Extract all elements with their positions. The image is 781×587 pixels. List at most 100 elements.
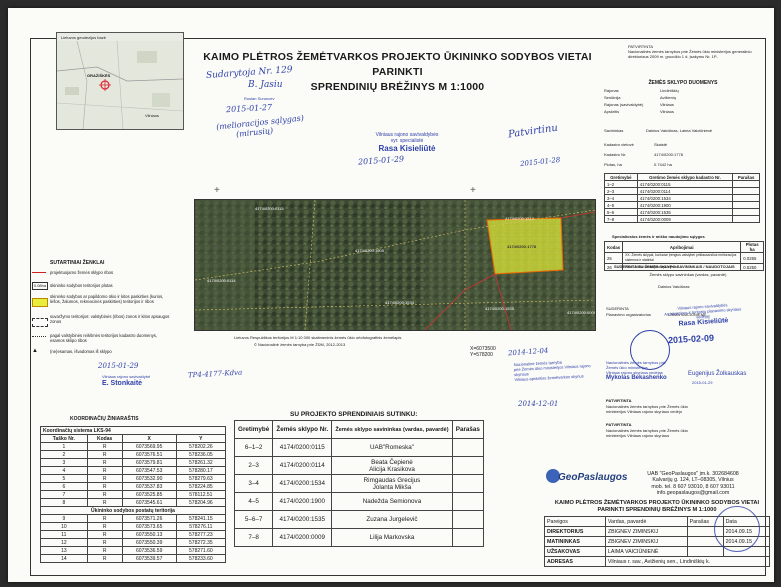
signature-cell xyxy=(451,474,485,493)
cell: 578241.15 xyxy=(175,514,227,523)
cell xyxy=(732,208,760,216)
cell: R xyxy=(86,498,123,507)
table-row: 4–5 4174/0200:1900 Nadežda Semionova xyxy=(233,492,485,511)
cell: 4174/0200:1900 xyxy=(272,492,333,511)
cell: 4174/0200:0115 xyxy=(272,438,333,457)
approved-text-2: Nacionalinės žemės tarnybos prie Žemės ū… xyxy=(606,428,688,438)
cell: 4174/0200:0009 xyxy=(272,528,333,547)
photo-label-8: 4174/0200:0009 xyxy=(567,310,596,315)
parcel-row-value: Vilniaus xyxy=(660,109,674,114)
cell: R xyxy=(86,546,123,555)
plotas-label: Plotas, ha xyxy=(604,162,622,167)
special-conditions-title: Specialiosios žemės ir miško naudojimo s… xyxy=(612,234,705,239)
cell: R xyxy=(86,458,123,467)
cell: 6 xyxy=(40,482,88,491)
signature-cell xyxy=(451,456,485,475)
cell: 578204.96 xyxy=(175,498,227,507)
cell: R xyxy=(86,538,123,547)
cell: 4174/0200:0115 xyxy=(636,180,734,188)
cell: 2–3 xyxy=(233,456,274,475)
legend-item-4: suvaržymo teritorijos: valstybinės (ribo… xyxy=(50,314,170,324)
cell: 25 xyxy=(603,252,624,264)
approval-note: PATVIRTINTA Nacionalinės žemės tarnybos … xyxy=(628,44,764,59)
photo-label-1: 4174/0200:1512 xyxy=(505,216,534,221)
cell: Vilniaus r. sav., Avižienių sen., Lindin… xyxy=(604,556,771,567)
cell: R xyxy=(86,442,123,451)
right-stamp-4-name: Eugenijus Žolkauskas xyxy=(688,371,747,377)
cell: 5–6–7 xyxy=(233,510,274,529)
cell: R xyxy=(86,530,123,539)
cell: R xyxy=(86,450,123,459)
cell: 6073550.39 xyxy=(121,538,177,547)
parties-title: SUDERINTA SU ŽEMĖS SKLYPO SAVININKAIS / … xyxy=(614,264,735,269)
cell: 12 xyxy=(40,538,88,547)
parcel-row-label: Rajonas xyxy=(604,88,619,93)
cell xyxy=(732,201,760,209)
neighbors-header: Gretimybė xyxy=(604,173,638,181)
table-row: 7–8 4174/0200:0009 xyxy=(604,215,760,223)
cell: 6073573.65 xyxy=(121,522,177,531)
inset-caption: Lietuvos geodezijos bazė xyxy=(61,35,106,40)
cell: 4174/0200:0114 xyxy=(272,456,333,475)
photo-label-6: 4174/0200:0115 xyxy=(255,206,284,211)
company-logo: GeoPaslaugos xyxy=(544,466,627,492)
owners-table-title: SU PROJEKTO SPRENDINIAIS SUTINKU: xyxy=(290,411,418,418)
cell: ZBIGNEV ZIMINSKIJ xyxy=(604,536,688,547)
owner-name: Dainius Vaiciūnas xyxy=(658,284,690,289)
approval-stamp-center: Vilniaus rajono savivaldybės vyr. specia… xyxy=(352,132,462,154)
coordinates-table: Koordinačių sistema LKS-94 Taško Nr. Kod… xyxy=(40,426,227,563)
cell: 4–5 xyxy=(604,201,638,209)
signature-cell xyxy=(451,492,485,511)
cell: 6073532.90 xyxy=(121,474,177,483)
cell: 6073536.59 xyxy=(121,546,177,555)
table-row: 2–3 4174/0200:0114 xyxy=(604,187,760,195)
cell: 1 xyxy=(40,442,88,451)
cell: Rimgaudas Grecijus Jolanta Mikša xyxy=(331,474,453,493)
cell: MATININKAS xyxy=(544,536,606,547)
right-stamp-4-date: 2015-01-29 xyxy=(692,380,713,385)
grid-y: Y=578200 xyxy=(470,352,493,358)
table-row: 9 R 6073571.26 578241.15 xyxy=(40,514,227,523)
table-row: 6 R 6073537.83 578224.85 xyxy=(40,482,227,491)
company-details: UAB "GeoPaslaugos" įm.k. 302684608 Kalva… xyxy=(618,471,768,497)
orthophoto-map: 4174/0200:1512 4174/0200:1905 4174/0200:… xyxy=(194,199,596,331)
table-row: 6–1–2 4174/0200:0115 UAB"Romeska" xyxy=(233,438,485,457)
legend-item-5: pagal valstybinės reikšmės teritorijos k… xyxy=(50,333,158,343)
cell: R xyxy=(86,482,123,491)
cell: R xyxy=(86,554,123,563)
cell: 10 xyxy=(40,522,88,531)
table-row: 5–6–7 4174/0200:1535 Zuzana Jurgelevič xyxy=(233,510,485,529)
cell: 6073550.13 xyxy=(121,530,177,539)
cell: DIREKTORIUS xyxy=(544,526,606,537)
cell: 7–8 xyxy=(604,215,638,223)
legend-symbol-zone xyxy=(32,318,48,327)
photo-label-2: 4174/0200:1905 xyxy=(355,248,384,253)
cell: Zuzana Jurgelevič xyxy=(331,510,453,529)
kadastro-value: Skaistė xyxy=(654,142,668,147)
table-row: 14 R 6073539.57 578233.60 xyxy=(40,554,227,563)
bl-stamp-2-date: 2014-12-01 xyxy=(518,400,559,408)
stamp-center-name: Rasa Kisieliūtė xyxy=(378,144,436,153)
cell: 11 xyxy=(40,530,88,539)
cell: 3–4 xyxy=(604,194,638,202)
preparer-label: Planavimo organizatorius xyxy=(606,312,651,317)
plotas-value: 0.7442 ha xyxy=(654,162,672,167)
cell: Nadežda Semionova xyxy=(331,492,453,511)
cell: 4174/0200:0114 xyxy=(636,187,734,195)
cell: UAB"Romeska" xyxy=(331,438,453,457)
cell: 0.0255 xyxy=(740,252,764,264)
tb-header: Pareigos xyxy=(544,516,606,527)
inset-map-graphic xyxy=(57,41,183,129)
parcel-row-value: Lindiniškių xyxy=(660,88,679,93)
cell: 6073547.53 xyxy=(121,466,177,475)
coordinates-title: KOORDINAČIŲ ŽINIARAŠTIS xyxy=(70,416,139,422)
legend-item-1: projektuojamo žemės sklypo ribos xyxy=(50,270,114,275)
location-inset-map: Lietuvos geodezijos bazė GRAŽIŠKĖS Vilni… xyxy=(56,32,184,130)
cell: 578279.63 xyxy=(175,474,227,483)
prepared-label: SUDERINTA xyxy=(606,306,629,311)
owners-header: Žemės sklypo Nr. xyxy=(272,420,333,439)
owners-label: Savininkas xyxy=(604,128,624,133)
legend-item-6: (ne)esamas, išvadomas iš sklypo xyxy=(50,349,112,354)
photo-caption-1: Lietuvos Respublikos teritorijos M 1:10 … xyxy=(234,335,402,340)
cell: 7–8 xyxy=(233,528,274,547)
